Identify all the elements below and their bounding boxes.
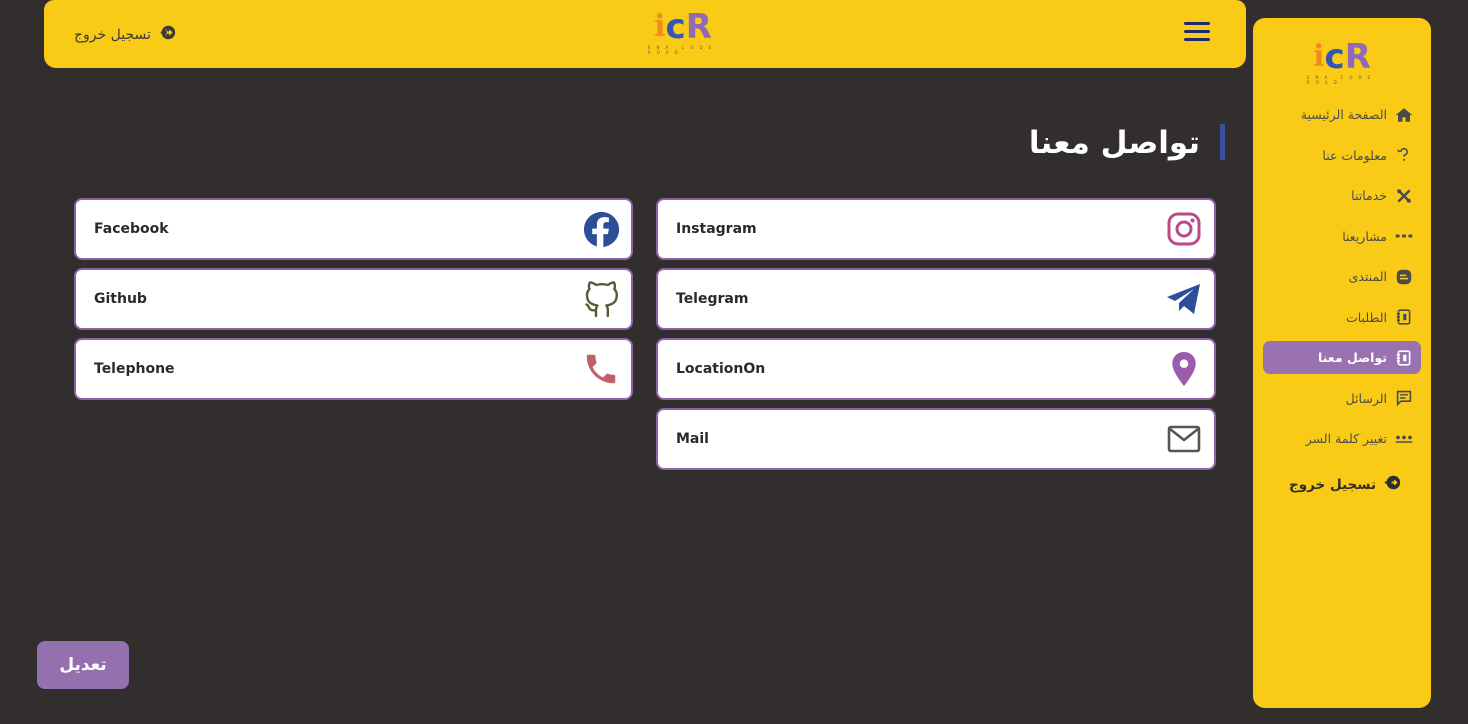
sidebar-item-messages[interactable]: الرسائل [1263,382,1421,415]
sidebar-logo[interactable]: i c R ENA CODE ROAD [1307,40,1377,85]
sidebar-item-label: تواصل معنا [1318,350,1387,365]
sidebar-item-home[interactable]: الصفحة الرئيسية [1263,98,1421,131]
dots-icon [1395,227,1413,245]
sidebar-item-label: الرسائل [1345,390,1387,406]
contact-card-telegram[interactable]: Telegram [656,268,1216,330]
sidebar-item-change-password[interactable]: تغيير كلمة السر [1263,422,1421,455]
github-icon [581,279,621,319]
sidebar-item-about[interactable]: معلومات عنا [1263,139,1421,172]
sidebar-nav: الصفحة الرئيسية معلومات عنا خدماتنا مشار… [1263,98,1421,463]
sidebar: i c R ENA CODE ROAD الصفحة الرئيسية معلو… [1253,18,1431,708]
top-logo[interactable]: i c R ENA CODE ROAD [648,10,718,55]
logout-icon [159,24,176,45]
logout-icon [1384,474,1401,495]
page-title: تواصل معنا [1028,125,1200,161]
logo-letter-r: R [1344,37,1371,77]
contact-card-github[interactable]: Github [74,268,633,330]
contact-label: Telegram [676,291,749,307]
location-pin-icon [1164,349,1204,389]
sidebar-item-forum[interactable]: المنتدى [1263,260,1421,293]
top-logout-button[interactable]: تسجيل خروج [74,24,176,45]
contact-label: LocationOn [676,361,766,377]
contact-label: Instagram [676,221,757,237]
contact-card-location[interactable]: LocationOn [656,338,1216,400]
menu-toggle-button[interactable] [1184,22,1210,44]
tools-icon [1395,187,1413,205]
contact-label: Facebook [94,221,169,237]
sidebar-item-label: معلومات عنا [1322,147,1387,163]
logo-tagline: ENA CODE ROAD [1307,75,1377,85]
sidebar-item-label: الطلبات [1345,309,1387,325]
edit-button[interactable]: تعديل [37,641,129,689]
contact-label: Telephone [94,361,175,377]
logo-letter-r: R [685,7,712,47]
sidebar-item-label: خدماتنا [1351,188,1387,203]
contact-card-facebook[interactable]: Facebook [74,198,633,260]
top-logout-label: تسجيل خروج [74,26,151,43]
logo-letter-i: i [1313,39,1325,74]
sidebar-logout-button[interactable]: تسجيل خروج [1289,474,1401,495]
sidebar-item-contact[interactable]: تواصل معنا [1263,341,1421,374]
orders-icon [1395,308,1413,326]
sidebar-item-orders[interactable]: الطلبات [1263,301,1421,334]
instagram-icon [1164,209,1204,249]
mail-icon [1164,419,1204,459]
sidebar-item-services[interactable]: خدماتنا [1263,179,1421,212]
logo-letter-i: i [654,9,666,44]
contact-label: Mail [676,431,709,447]
password-dots-icon [1395,430,1413,448]
logo-letter-c: c [665,7,686,47]
sidebar-logout-label: تسجيل خروج [1289,476,1377,493]
sidebar-item-projects[interactable]: مشاريعنا [1263,220,1421,253]
sidebar-item-label: مشاريعنا [1342,228,1387,244]
contact-card-instagram[interactable]: Instagram [656,198,1216,260]
title-accent-bar [1220,124,1225,160]
contact-label: Github [94,291,147,307]
sidebar-item-label: تغيير كلمة السر [1305,431,1387,446]
logo-tagline: ENA CODE ROAD [648,45,718,55]
sidebar-item-label: المنتدى [1348,269,1387,284]
facebook-icon [581,209,621,249]
contact-card-mail[interactable]: Mail [656,408,1216,470]
contact-card-telephone[interactable]: Telephone [74,338,633,400]
top-bar: تسجيل خروج i c R ENA CODE ROAD [44,0,1246,68]
home-icon [1395,106,1413,124]
sidebar-item-label: الصفحة الرئيسية [1300,107,1387,122]
telegram-icon [1164,279,1204,319]
message-icon [1395,389,1413,407]
phone-icon [581,349,621,389]
contact-book-icon [1395,349,1413,367]
chat-blob-icon [1395,268,1413,286]
question-icon [1395,146,1413,164]
logo-letter-c: c [1324,37,1345,77]
